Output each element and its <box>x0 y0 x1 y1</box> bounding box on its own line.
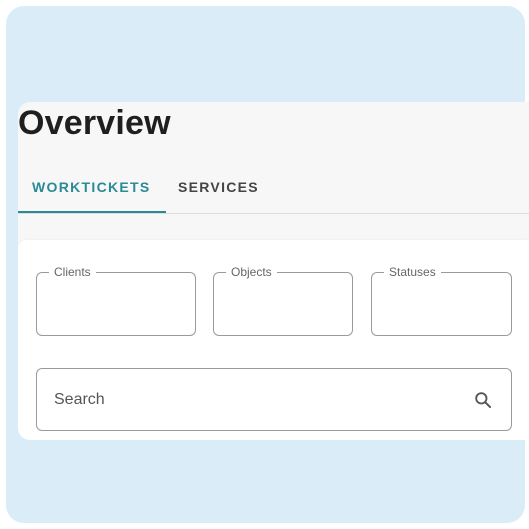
filter-card: Clients Objects Statuses <box>18 240 529 440</box>
active-tab-indicator <box>18 211 166 213</box>
statuses-select[interactable]: Statuses <box>371 264 512 336</box>
objects-select[interactable]: Objects <box>213 264 353 336</box>
statuses-select-label: Statuses <box>384 264 441 280</box>
search-icon[interactable] <box>473 390 493 410</box>
clients-select-label: Clients <box>49 264 96 280</box>
tab-worktickets[interactable]: WORKTICKETS <box>32 179 151 195</box>
clients-select[interactable]: Clients <box>36 264 196 336</box>
tab-services[interactable]: SERVICES <box>178 179 259 195</box>
objects-select-label: Objects <box>226 264 277 280</box>
search-input[interactable] <box>54 369 454 430</box>
page-title: Overview <box>18 104 171 142</box>
overview-panel: Overview WORKTICKETS SERVICES Clients Ob… <box>18 102 529 440</box>
tab-bar: WORKTICKETS SERVICES <box>18 170 529 214</box>
search-field[interactable] <box>36 368 512 431</box>
